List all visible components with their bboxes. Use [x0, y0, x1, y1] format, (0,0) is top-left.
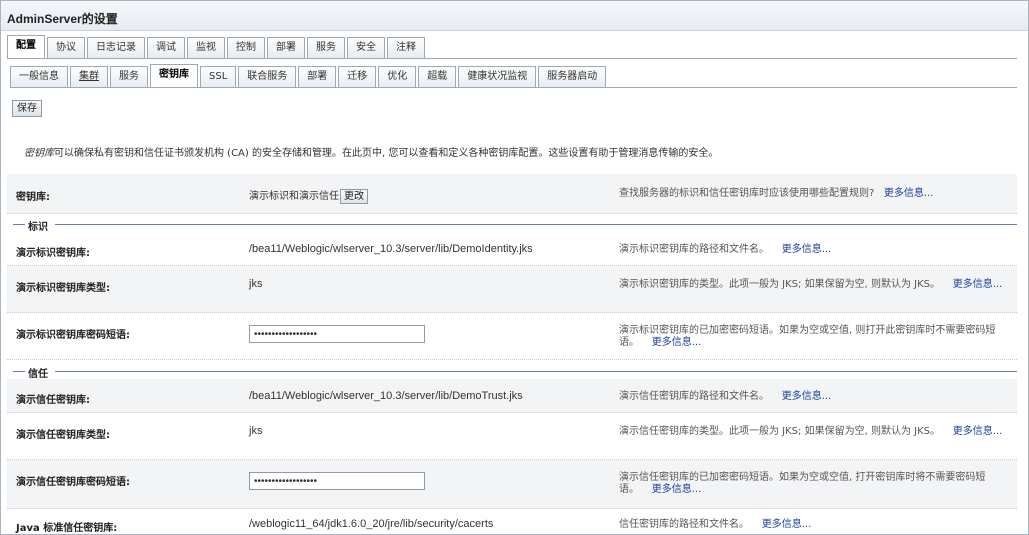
- demo-trust-keystore-label: 演示信任密钥库:: [16, 395, 90, 406]
- subtab-tuning[interactable]: 优化: [378, 66, 417, 87]
- tab-configuration[interactable]: 配置: [7, 35, 45, 58]
- demo-identity-type-help-text: 演示标识密钥库的类型。此项一般为 JKS; 如果保留为空, 则默认为 JKS。: [619, 279, 940, 290]
- demo-trust-keystore-row: 演示信任密钥库: /bea11/Weblogic/wlserver_10.3/s…: [7, 379, 1017, 413]
- demo-trust-type-more-info-link[interactable]: 更多信息...: [953, 426, 1003, 437]
- tab-logging[interactable]: 日志记录: [87, 37, 145, 58]
- demo-identity-passphrase-more-info-link[interactable]: 更多信息...: [652, 337, 702, 348]
- demo-trust-passphrase-more-info-link[interactable]: 更多信息...: [652, 484, 702, 495]
- subtab-keystores[interactable]: 密钥库: [150, 64, 198, 87]
- keystores-value-text: 演示标识和演示信任: [249, 191, 339, 202]
- trust-section-title: 信任: [28, 369, 48, 380]
- tab-protocols[interactable]: 协议: [47, 37, 85, 58]
- save-button[interactable]: 保存: [12, 100, 42, 117]
- tab-divider: [7, 58, 1017, 59]
- demo-trust-type-help: 演示信任密钥库的类型。此项一般为 JKS; 如果保留为空, 则默认为 JKS。 …: [619, 426, 1009, 438]
- trust-section-header: 信任: [7, 365, 1017, 380]
- subtab-cluster-label: 集群: [79, 71, 99, 82]
- subtab-services[interactable]: 服务: [110, 66, 148, 87]
- keystores-value: 演示标识和演示信任 更改: [249, 187, 368, 204]
- subtab-server-start[interactable]: 服务器启动: [538, 66, 607, 87]
- demo-identity-type-more-info-link[interactable]: 更多信息...: [953, 279, 1003, 290]
- demo-trust-type-help-text: 演示信任密钥库的类型。此项一般为 JKS; 如果保留为空, 则默认为 JKS。: [619, 426, 940, 437]
- demo-identity-keystore-more-info-link[interactable]: 更多信息...: [782, 244, 832, 255]
- tab-notes[interactable]: 注释: [387, 37, 425, 58]
- secondary-tab-bar: 一般信息 集群 服务 密钥库 SSL 联合服务 部署 迁移 优化 超载 健康状况…: [10, 64, 608, 87]
- java-std-trust-value: /weblogic11_64/jdk1.6.0_20/jre/lib/secur…: [249, 518, 494, 530]
- keystores-row: 密钥库: 演示标识和演示信任 更改 查找服务器的标识和信任密钥库时应该使用哪些配置…: [7, 174, 1017, 214]
- tab-monitoring[interactable]: 监视: [187, 37, 225, 58]
- subtab-federation-services[interactable]: 联合服务: [238, 66, 297, 87]
- demo-identity-passphrase-help: 演示标识密钥库的已加密密码短语。如果为空或空值, 则打开此密钥库时不需要密码短语…: [619, 325, 1009, 349]
- demo-identity-passphrase-input[interactable]: [249, 325, 425, 343]
- demo-trust-keystore-help-text: 演示信任密钥库的路径和文件名。: [619, 391, 769, 402]
- demo-trust-passphrase-help: 演示信任密钥库的已加密密码短语。如果为空或空值, 打开密钥库时将不需要密码短语。…: [619, 472, 1009, 496]
- java-std-trust-more-info-link[interactable]: 更多信息...: [762, 519, 812, 530]
- settings-panel: AdminServer的设置 配置 协议 日志记录 调试 监视 控制 部署 服务…: [0, 0, 1029, 535]
- demo-trust-passphrase-label: 演示信任密钥库密码短语:: [16, 477, 130, 488]
- demo-identity-keystore-help: 演示标识密钥库的路径和文件名。 更多信息...: [619, 244, 1009, 256]
- demo-identity-passphrase-row: 演示标识密钥库密码短语: 演示标识密钥库的已加密密码短语。如果为空或空值, 则打…: [7, 313, 1017, 360]
- description-keyword: 密钥库: [24, 148, 54, 159]
- subtab-migration[interactable]: 迁移: [338, 66, 377, 87]
- java-std-trust-help: 信任密钥库的路径和文件名。 更多信息...: [619, 519, 1009, 531]
- subtab-deployment[interactable]: 部署: [298, 66, 337, 87]
- demo-trust-type-row: 演示信任密钥库类型: jks 演示信任密钥库的类型。此项一般为 JKS; 如果保…: [7, 413, 1017, 460]
- demo-identity-type-value: jks: [249, 278, 263, 290]
- java-std-trust-label: Java 标准信任密钥库:: [16, 523, 118, 534]
- tab-debug[interactable]: 调试: [147, 37, 185, 58]
- demo-identity-type-label: 演示标识密钥库类型:: [16, 283, 110, 294]
- identity-section-header: 标识: [7, 218, 1017, 233]
- demo-identity-keystore-row: 演示标识密钥库: /bea11/Weblogic/wlserver_10.3/s…: [7, 232, 1017, 266]
- demo-trust-passphrase-input[interactable]: [249, 472, 425, 490]
- subtab-general[interactable]: 一般信息: [10, 66, 68, 87]
- demo-trust-type-label: 演示信任密钥库类型:: [16, 430, 110, 441]
- java-std-trust-row: Java 标准信任密钥库: /weblogic11_64/jdk1.6.0_20…: [7, 509, 1017, 534]
- keystores-label: 密钥库:: [16, 192, 50, 203]
- demo-trust-passphrase-row: 演示信任密钥库密码短语: 演示信任密钥库的已加密密码短语。如果为空或空值, 打开…: [7, 460, 1017, 509]
- primary-tab-bar: 配置 协议 日志记录 调试 监视 控制 部署 服务 安全 注释: [7, 35, 427, 58]
- demo-identity-keystore-help-text: 演示标识密钥库的路径和文件名。: [619, 244, 769, 255]
- tab-security[interactable]: 安全: [347, 37, 385, 58]
- demo-trust-keystore-value: /bea11/Weblogic/wlserver_10.3/server/lib…: [249, 390, 523, 402]
- page-description: 密钥库可以确保私有密钥和信任证书颁发机构 (CA) 的安全存储和管理。在此页中,…: [24, 144, 718, 159]
- demo-trust-type-value: jks: [249, 425, 263, 437]
- demo-trust-keystore-help: 演示信任密钥库的路径和文件名。 更多信息...: [619, 391, 1009, 403]
- subtab-overload[interactable]: 超载: [418, 66, 457, 87]
- keystores-help-text: 查找服务器的标识和信任密钥库时应该使用哪些配置规则?: [619, 188, 875, 199]
- subtab-health-monitoring[interactable]: 健康状况监视: [458, 66, 537, 87]
- tab-control[interactable]: 控制: [227, 37, 265, 58]
- tab-deployments[interactable]: 部署: [267, 37, 305, 58]
- panel-title: AdminServer的设置: [1, 1, 1028, 31]
- demo-identity-passphrase-label: 演示标识密钥库密码短语:: [16, 330, 130, 341]
- demo-identity-type-help: 演示标识密钥库的类型。此项一般为 JKS; 如果保留为空, 则默认为 JKS。 …: [619, 279, 1009, 291]
- change-button[interactable]: 更改: [340, 188, 368, 204]
- subtab-cluster[interactable]: 集群: [70, 66, 108, 87]
- demo-identity-keystore-label: 演示标识密钥库:: [16, 248, 90, 259]
- demo-trust-keystore-more-info-link[interactable]: 更多信息...: [782, 391, 832, 402]
- java-std-trust-help-text: 信任密钥库的路径和文件名。: [619, 519, 749, 530]
- description-text: 可以确保私有密钥和信任证书颁发机构 (CA) 的安全存储和管理。在此页中, 您可…: [54, 148, 719, 159]
- keystores-help: 查找服务器的标识和信任密钥库时应该使用哪些配置规则? 更多信息...: [619, 188, 1009, 200]
- keystores-more-info-link[interactable]: 更多信息...: [884, 188, 934, 199]
- subtab-divider: [10, 87, 1017, 88]
- identity-section-title: 标识: [28, 222, 48, 233]
- demo-identity-keystore-value: /bea11/Weblogic/wlserver_10.3/server/lib…: [249, 243, 533, 255]
- demo-identity-type-row: 演示标识密钥库类型: jks 演示标识密钥库的类型。此项一般为 JKS; 如果保…: [7, 266, 1017, 313]
- subtab-ssl[interactable]: SSL: [200, 66, 237, 87]
- tab-services[interactable]: 服务: [307, 37, 345, 58]
